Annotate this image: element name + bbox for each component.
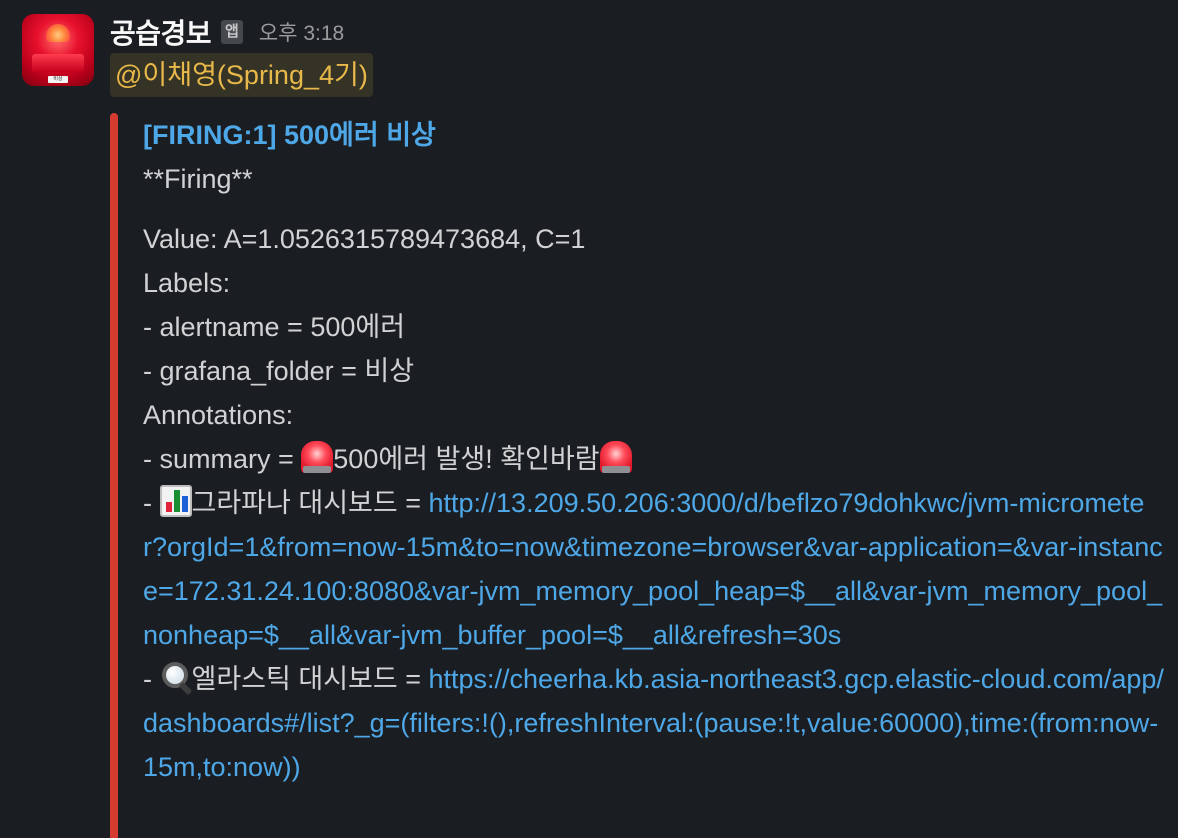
- avatar-tag: 비상: [48, 76, 68, 83]
- sender-name[interactable]: 공습경보: [110, 12, 212, 52]
- magnifying-glass-icon: [160, 661, 192, 693]
- siren-base: [32, 54, 84, 72]
- message-timestamp[interactable]: 오후 3:18: [259, 17, 344, 47]
- rotating-light-icon: [599, 441, 632, 473]
- attachment-title[interactable]: [FIRING:1] 500에러 비상: [143, 113, 1168, 157]
- annotation-elastic: - 엘라스틱 대시보드 = https://cheerha.kb.asia-no…: [143, 657, 1168, 789]
- siren-light-icon: [46, 24, 70, 42]
- attachment-content: [FIRING:1] 500에러 비상 **Firing** Value: A=…: [143, 113, 1168, 789]
- annotation-grafana: - 그라파나 대시보드 = http://13.209.50.206:3000/…: [143, 481, 1168, 657]
- annotations-heading: Annotations:: [143, 400, 294, 430]
- avatar[interactable]: 비상: [22, 14, 94, 86]
- elastic-label: 엘라스틱 대시보드 =: [191, 664, 429, 694]
- summary-prefix: - summary =: [143, 444, 302, 474]
- labels-heading: Labels:: [143, 268, 231, 298]
- rotating-light-icon: [301, 441, 334, 473]
- grafana-prefix: -: [143, 488, 160, 518]
- app-badge: 앱: [221, 20, 243, 44]
- summary-text: 500에러 발생! 확인바람: [333, 444, 600, 474]
- alert-attachment: [FIRING:1] 500에러 비상 **Firing** Value: A=…: [110, 113, 1178, 838]
- label-grafana-folder: - grafana_folder = 비상: [143, 356, 415, 386]
- elastic-prefix: -: [143, 664, 160, 694]
- grafana-label: 그라파나 대시보드 =: [191, 488, 429, 518]
- annotation-summary: - summary = 500에러 발생! 확인바람: [143, 437, 1168, 481]
- label-alertname: - alertname = 500에러: [143, 312, 406, 342]
- bar-chart-icon: [159, 485, 192, 517]
- value-line: Value: A=1.0526315789473684, C=1: [143, 224, 586, 254]
- attachment-color-bar: [110, 113, 118, 838]
- message-header: 공습경보 앱 오후 3:18: [110, 12, 344, 52]
- user-mention[interactable]: @이채영(Spring_4기): [110, 53, 373, 97]
- status-line: **Firing**: [143, 164, 253, 194]
